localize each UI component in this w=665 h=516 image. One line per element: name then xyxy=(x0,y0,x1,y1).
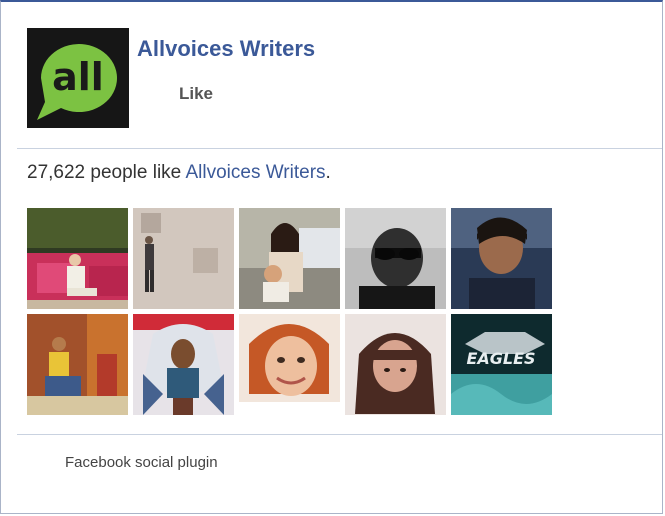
like-button[interactable]: Like xyxy=(179,84,213,104)
allvoices-logo-icon: all xyxy=(27,28,129,128)
eagles-logo-text: EAGLES xyxy=(466,349,535,368)
page-title-link[interactable]: Allvoices Writers xyxy=(137,36,315,62)
fan-avatar-7[interactable] xyxy=(133,314,234,415)
fan-avatar-3[interactable] xyxy=(239,208,340,309)
fan-avatar-8[interactable] xyxy=(239,314,340,415)
fan-avatar-4[interactable] xyxy=(345,208,446,309)
fan-count-suffix: . xyxy=(325,162,331,183)
logo-text: all xyxy=(52,55,104,99)
social-plugin-footer[interactable]: Facebook social plugin xyxy=(65,454,218,471)
fan-count-text: 27,622 people like xyxy=(27,162,186,183)
divider xyxy=(17,148,662,149)
fan-count: 27,622 people like Allvoices Writers. xyxy=(27,162,331,184)
page-link[interactable]: Allvoices Writers xyxy=(185,162,325,183)
fan-avatar-10[interactable]: EAGLES xyxy=(451,314,552,415)
fan-avatar-6[interactable] xyxy=(27,314,128,415)
fan-box-widget: all Allvoices Writers Like 27,622 people… xyxy=(0,0,663,514)
fan-avatar-2[interactable] xyxy=(133,208,234,309)
divider xyxy=(17,434,662,435)
fan-avatar-1[interactable] xyxy=(27,208,128,309)
fan-avatar-5[interactable] xyxy=(451,208,552,309)
page-logo[interactable]: all xyxy=(27,28,129,128)
fan-avatar-9[interactable] xyxy=(345,314,446,415)
